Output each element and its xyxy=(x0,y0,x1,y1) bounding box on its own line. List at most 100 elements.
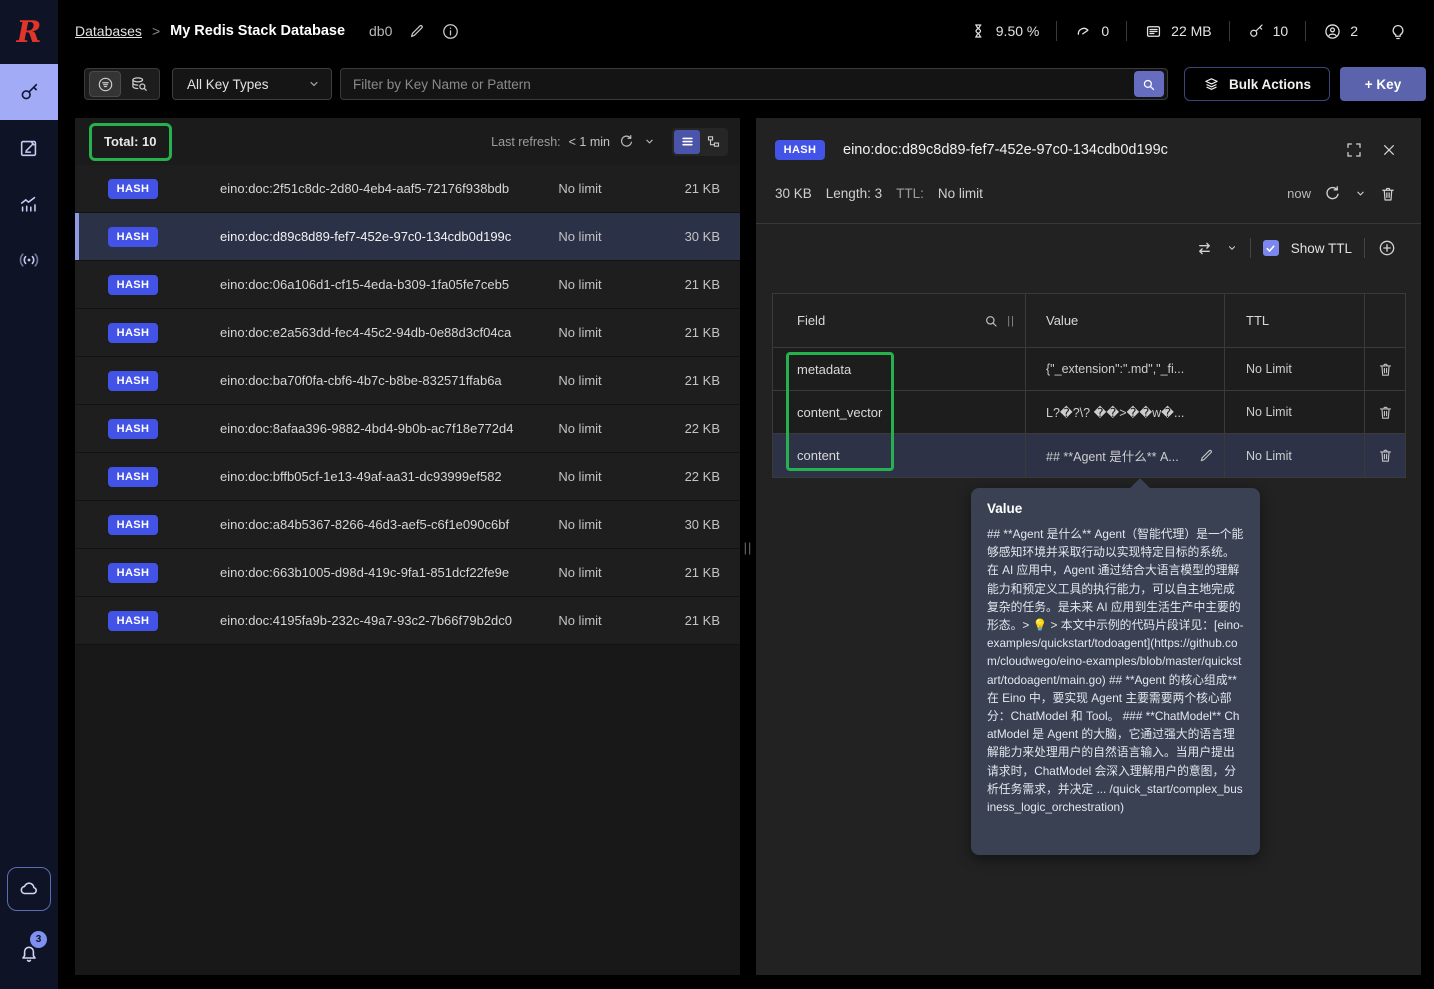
notification-count-badge: 3 xyxy=(30,931,47,948)
tree-view-button[interactable] xyxy=(700,130,726,154)
key-list-panel: Total: 10 Last refresh: < 1 min HASH ein… xyxy=(75,118,740,975)
sidebar-item-pubsub[interactable] xyxy=(0,232,58,288)
detail-key-name: eino:doc:d89c8d89-fef7-452e-97c0-134cdb0… xyxy=(843,142,1168,158)
key-row[interactable]: HASH eino:doc:663b1005-d98d-419c-9fa1-85… xyxy=(75,549,740,597)
key-ttl: No limit xyxy=(558,421,602,436)
stat-ops: 0 xyxy=(1074,22,1109,41)
delete-field-trash-icon[interactable] xyxy=(1377,404,1394,421)
delete-field-trash-icon[interactable] xyxy=(1377,447,1394,464)
refresh-settings-chevron-icon[interactable] xyxy=(1354,187,1367,200)
format-chevron-icon[interactable] xyxy=(1226,242,1238,254)
sidebar-item-browser[interactable] xyxy=(0,64,58,120)
sidebar-item-notifications[interactable]: 3 xyxy=(7,929,51,977)
key-icon xyxy=(18,81,40,103)
redis-logo-glyph: R xyxy=(16,14,42,50)
key-ttl: No limit xyxy=(558,277,602,292)
refresh-settings-chevron-icon[interactable] xyxy=(643,135,656,148)
insights-lightbulb-icon[interactable] xyxy=(1388,21,1408,41)
search-submit-button[interactable] xyxy=(1133,71,1164,97)
key-row[interactable]: HASH eino:doc:06a106d1-cf15-4eda-b309-1f… xyxy=(75,261,740,309)
refresh-key-icon[interactable] xyxy=(1323,184,1342,203)
stat-cpu: 9.50 % xyxy=(970,22,1039,40)
key-name: eino:doc:06a106d1-cf15-4eda-b309-1fa05fe… xyxy=(220,277,510,292)
stat-users: 2 xyxy=(1323,22,1358,41)
key-search-input[interactable] xyxy=(353,76,1134,92)
key-size: 22 KB xyxy=(684,421,720,436)
cloud-icon xyxy=(17,877,41,901)
list-view-button[interactable] xyxy=(674,129,700,154)
key-type-badge: HASH xyxy=(108,370,158,391)
column-header-field: Field xyxy=(797,313,826,328)
column-header-ttl: TTL xyxy=(1246,313,1270,328)
breadcrumb: Databases > My Redis Stack Database db0 xyxy=(75,22,460,41)
delete-field-trash-icon[interactable] xyxy=(1377,361,1394,378)
value-format-swap-icon[interactable] xyxy=(1195,239,1214,258)
redis-logo[interactable]: R xyxy=(0,0,58,64)
value-tooltip: Value ## **Agent 是什么** Agent（智能代理）是一个能够感… xyxy=(971,488,1260,855)
panel-resize-handle[interactable]: || xyxy=(740,106,756,989)
filter-by-type-button[interactable] xyxy=(89,71,121,97)
delete-key-trash-icon[interactable] xyxy=(1379,185,1397,203)
edit-value-pencil-icon[interactable] xyxy=(1198,448,1214,464)
cpu-time-icon xyxy=(970,22,988,40)
key-size: 21 KB xyxy=(684,277,720,292)
refresh-keys-icon[interactable] xyxy=(618,133,635,150)
scan-keys-button[interactable] xyxy=(123,71,155,97)
bulk-actions-button[interactable]: Bulk Actions xyxy=(1183,67,1330,101)
key-row[interactable]: HASH eino:doc:a84b5367-8266-46d3-aef5-c6… xyxy=(75,501,740,549)
key-row[interactable]: HASH eino:doc:8afaa396-9882-4bd4-9b0b-ac… xyxy=(75,405,740,453)
total-keys-label: Total: 10 xyxy=(104,133,157,149)
add-key-button[interactable]: + Key xyxy=(1340,67,1426,101)
key-name: eino:doc:4195fa9b-232c-49a7-93c2-7b66f79… xyxy=(220,613,513,628)
key-row[interactable]: HASH eino:doc:ba70f0fa-cbf6-4b7c-b8be-83… xyxy=(75,357,740,405)
key-ttl: No limit xyxy=(558,613,602,628)
edit-db-pencil-icon[interactable] xyxy=(408,23,425,40)
key-ttl: No limit xyxy=(558,229,602,244)
bulk-actions-label: Bulk Actions xyxy=(1228,76,1311,92)
detail-refresh-time: now xyxy=(1287,186,1311,201)
key-row[interactable]: HASH eino:doc:d89c8d89-fef7-452e-97c0-13… xyxy=(75,213,740,261)
key-size: 21 KB xyxy=(684,565,720,580)
database-search-icon xyxy=(129,74,149,94)
last-refresh-label: Last refresh: xyxy=(491,134,561,149)
keys-count-icon xyxy=(1247,22,1265,40)
show-ttl-checkbox[interactable] xyxy=(1262,240,1279,256)
breadcrumb-databases-link[interactable]: Databases xyxy=(75,23,142,39)
show-ttl-label: Show TTL xyxy=(1290,240,1352,256)
key-row[interactable]: HASH eino:doc:e2a563dd-fec4-45c2-94db-0e… xyxy=(75,309,740,357)
key-type-badge: HASH xyxy=(108,226,158,247)
close-icon[interactable] xyxy=(1381,142,1397,158)
key-size: 21 KB xyxy=(684,373,720,388)
sidebar-item-workbench[interactable] xyxy=(0,120,58,176)
field-ttl: No Limit xyxy=(1246,405,1292,419)
key-type-badge: HASH xyxy=(108,178,158,199)
key-name: eino:doc:d89c8d89-fef7-452e-97c0-134cdb0… xyxy=(220,229,512,244)
key-type-badge: HASH xyxy=(108,466,158,487)
tooltip-text: ## **Agent 是什么** Agent（智能代理）是一个能够感知环境并采取… xyxy=(987,527,1244,815)
key-size: 21 KB xyxy=(684,325,720,340)
add-field-button[interactable] xyxy=(1377,238,1397,258)
sidebar-item-analytics[interactable] xyxy=(0,176,58,232)
field-row[interactable]: content_vector L?�?\? ��>��w�... No Limi… xyxy=(773,391,1405,434)
key-row[interactable]: HASH eino:doc:4195fa9b-232c-49a7-93c2-7b… xyxy=(75,597,740,645)
fullscreen-icon[interactable] xyxy=(1345,141,1363,159)
key-ttl: No limit xyxy=(558,469,602,484)
key-type-badge: HASH xyxy=(775,140,825,160)
field-row[interactable]: metadata {"_extension":".md","_fi... No … xyxy=(773,348,1405,391)
db-info-icon[interactable] xyxy=(441,22,460,41)
key-type-badge: HASH xyxy=(108,274,158,295)
resize-grip-glyph: || xyxy=(743,540,753,555)
breadcrumb-separator: > xyxy=(151,23,161,39)
annotation-total-highlight: Total: 10 xyxy=(89,122,172,161)
key-name: eino:doc:663b1005-d98d-419c-9fa1-851dcf2… xyxy=(220,565,510,580)
key-type-select[interactable]: All Key Types xyxy=(172,68,332,100)
key-row[interactable]: HASH eino:doc:2f51c8dc-2d80-4eb4-aaf5-72… xyxy=(75,165,740,213)
stat-ops-value: 0 xyxy=(1101,23,1110,39)
field-row[interactable]: content ## **Agent 是什么** A... No Limit xyxy=(773,434,1405,477)
field-search-icon[interactable] xyxy=(983,313,999,329)
key-row[interactable]: HASH eino:doc:bffb05cf-1e13-49af-aa31-dc… xyxy=(75,453,740,501)
key-name: eino:doc:e2a563dd-fec4-45c2-94db-0e88d3c… xyxy=(220,325,512,340)
column-resize-handle[interactable]: || xyxy=(1007,315,1015,327)
sidebar: R 3 xyxy=(0,0,58,989)
sidebar-item-cloud[interactable] xyxy=(7,867,51,911)
